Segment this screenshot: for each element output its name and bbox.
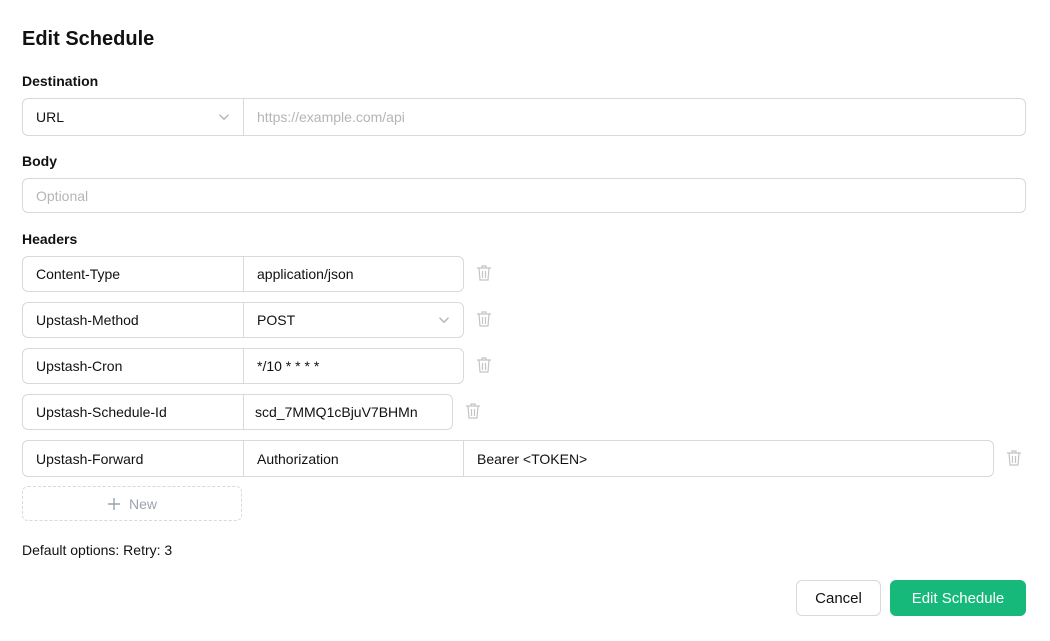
plus-icon — [107, 497, 120, 510]
add-header-label: New — [128, 495, 157, 512]
trash-icon[interactable] — [474, 308, 494, 330]
trash-icon[interactable] — [463, 400, 483, 422]
header-key-input[interactable]: Upstash-Cron — [22, 348, 244, 384]
schedule-id-value: scd_7MMQ1cBjuV7BHMn — [255, 404, 418, 420]
chevron-down-icon — [439, 317, 449, 324]
method-value: POST — [257, 312, 296, 328]
header-value-text: application/json — [257, 266, 354, 282]
header-key-input[interactable]: Content-Type — [22, 256, 244, 292]
forward-header-value: Bearer <TOKEN> — [477, 450, 588, 467]
forward-header-value-input[interactable]: Bearer <TOKEN> — [464, 440, 994, 477]
destination-type-select[interactable]: URL — [22, 98, 244, 136]
cancel-button[interactable]: Cancel — [796, 580, 881, 616]
header-key-input[interactable]: Upstash-Schedule-Id — [22, 394, 244, 430]
add-header-button[interactable]: New — [22, 486, 242, 521]
header-value-input[interactable]: application/json — [244, 256, 464, 292]
trash-icon[interactable] — [474, 354, 494, 376]
cron-input[interactable]: */10 * * * * — [244, 348, 464, 384]
body-input[interactable]: Optional — [22, 178, 1026, 213]
schedule-id-input[interactable]: scd_7MMQ1cBjuV7BHMn — [244, 394, 453, 430]
header-key-text: Upstash-Cron — [36, 358, 123, 374]
header-key-text: Upstash-Forward — [36, 450, 144, 467]
forward-header-name: Authorization — [257, 450, 339, 467]
cron-value: */10 * * * * — [257, 358, 320, 374]
destination-url-input[interactable]: https://example.com/api — [244, 98, 1026, 136]
chevron-down-icon — [219, 114, 229, 121]
destination-url-placeholder: https://example.com/api — [257, 109, 405, 125]
dialog-title: Edit Schedule — [22, 28, 155, 50]
default-options-text: Default options: Retry: 3 — [22, 542, 173, 558]
destination-label: Destination — [22, 73, 99, 89]
header-key-text: Content-Type — [36, 266, 121, 282]
headers-label: Headers — [22, 231, 78, 247]
method-select[interactable]: POST — [244, 302, 464, 338]
forward-header-name-input[interactable]: Authorization — [244, 440, 464, 477]
header-key-input[interactable]: Upstash-Forward — [22, 440, 244, 477]
destination-type-value: URL — [36, 109, 65, 125]
body-placeholder: Optional — [36, 187, 89, 204]
body-label: Body — [22, 153, 57, 169]
header-key-input[interactable]: Upstash-Method — [22, 302, 244, 338]
edit-schedule-button[interactable]: Edit Schedule — [890, 580, 1026, 616]
header-key-text: Upstash-Method — [36, 312, 139, 328]
trash-icon[interactable] — [1004, 447, 1024, 469]
trash-icon[interactable] — [474, 262, 494, 284]
header-key-text: Upstash-Schedule-Id — [36, 404, 167, 420]
